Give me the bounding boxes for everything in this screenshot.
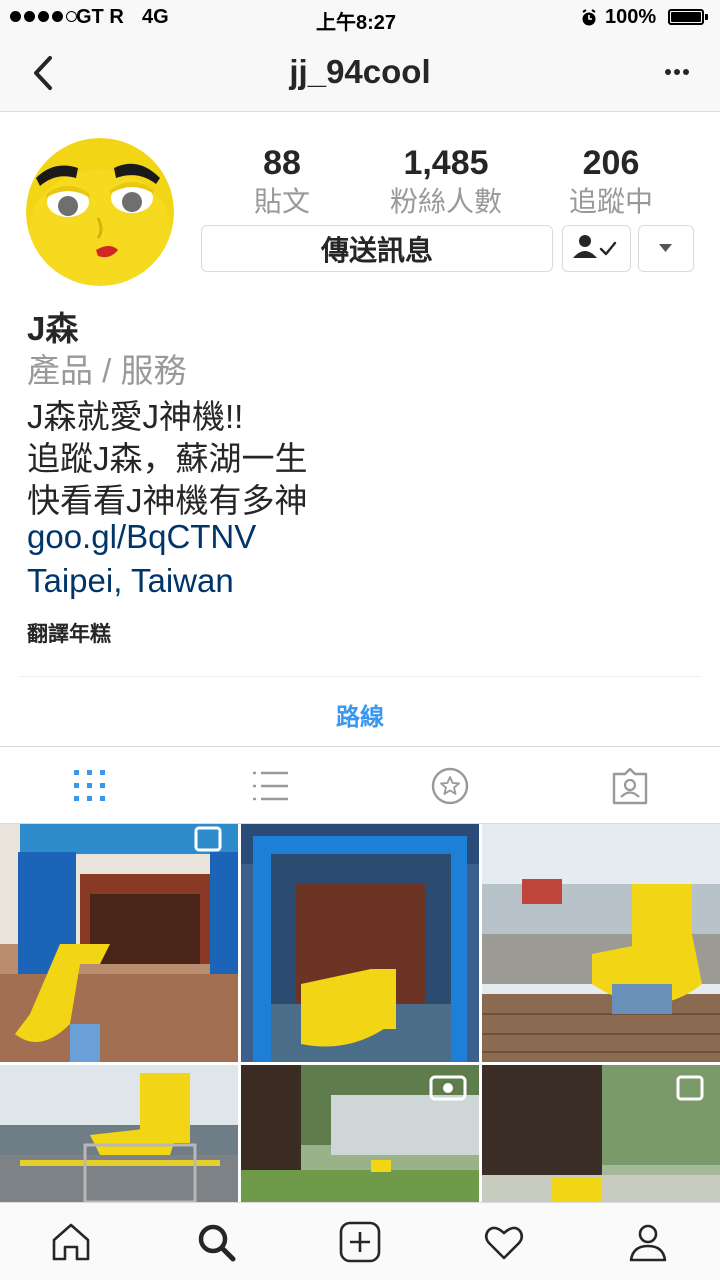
battery-tip xyxy=(705,14,708,20)
alarm-icon xyxy=(582,9,596,26)
followers-label: 粉絲人數 xyxy=(389,186,502,217)
photo-thumbnail[interactable] xyxy=(482,824,720,1062)
home-icon[interactable] xyxy=(49,1220,93,1264)
posts-count[interactable]: 88 xyxy=(222,144,342,183)
search-icon[interactable] xyxy=(194,1220,238,1264)
location-link[interactable]: Taipei, Taiwan xyxy=(27,562,234,600)
followers-count[interactable]: 1,485 xyxy=(376,144,516,183)
saved-star-icon[interactable] xyxy=(430,766,470,806)
user-check-icon xyxy=(573,235,617,258)
battery-percent: 100% xyxy=(605,6,657,28)
caret-down-icon xyxy=(659,244,672,252)
photo-thumbnail[interactable] xyxy=(241,1065,479,1202)
bio-line: J森就愛J神機!! xyxy=(27,398,244,435)
clock: 上午8:27 xyxy=(316,12,397,34)
more-horizontal-icon[interactable] xyxy=(664,65,690,79)
photo-thumbnail[interactable] xyxy=(0,1065,238,1202)
divider xyxy=(18,676,702,677)
tagged-icon[interactable] xyxy=(610,766,650,806)
grid-icon[interactable] xyxy=(70,766,110,806)
signal-strength-icon xyxy=(10,11,77,22)
network-type: 4G xyxy=(142,6,169,28)
posts-label: 貼文 xyxy=(253,186,310,217)
photo-thumbnail[interactable] xyxy=(482,1065,720,1202)
photo-thumbnail[interactable] xyxy=(0,824,238,1062)
photo-thumbnail[interactable] xyxy=(241,824,479,1062)
list-icon[interactable] xyxy=(250,766,290,806)
heart-icon[interactable] xyxy=(482,1220,526,1264)
following-button[interactable] xyxy=(562,225,631,272)
following-count[interactable]: 206 xyxy=(551,144,671,183)
bio-line: 快看看J神機有多神 xyxy=(27,482,308,519)
carrier-name: GT R xyxy=(76,6,124,28)
profile-name: J森 xyxy=(27,310,79,347)
following-label: 追蹤中 xyxy=(568,186,653,217)
avatar[interactable] xyxy=(26,138,174,286)
battery-level xyxy=(671,12,701,22)
add-icon[interactable] xyxy=(338,1220,382,1264)
profile-icon[interactable] xyxy=(626,1220,670,1264)
suggested-dropdown-button[interactable] xyxy=(638,225,694,272)
battery-icon xyxy=(668,9,704,25)
directions-button[interactable]: 路線 xyxy=(0,697,720,732)
bio-link[interactable]: goo.gl/BqCTNV xyxy=(27,518,256,556)
page-title: jj_94cool xyxy=(289,53,431,90)
send-message-button[interactable]: 傳送訊息 xyxy=(201,225,553,272)
profile-category: 產品 / 服務 xyxy=(27,352,187,389)
bio-line: 追蹤J森，蘇湖一生 xyxy=(27,440,308,477)
translate-link[interactable]: 翻譯年糕 xyxy=(27,618,111,648)
